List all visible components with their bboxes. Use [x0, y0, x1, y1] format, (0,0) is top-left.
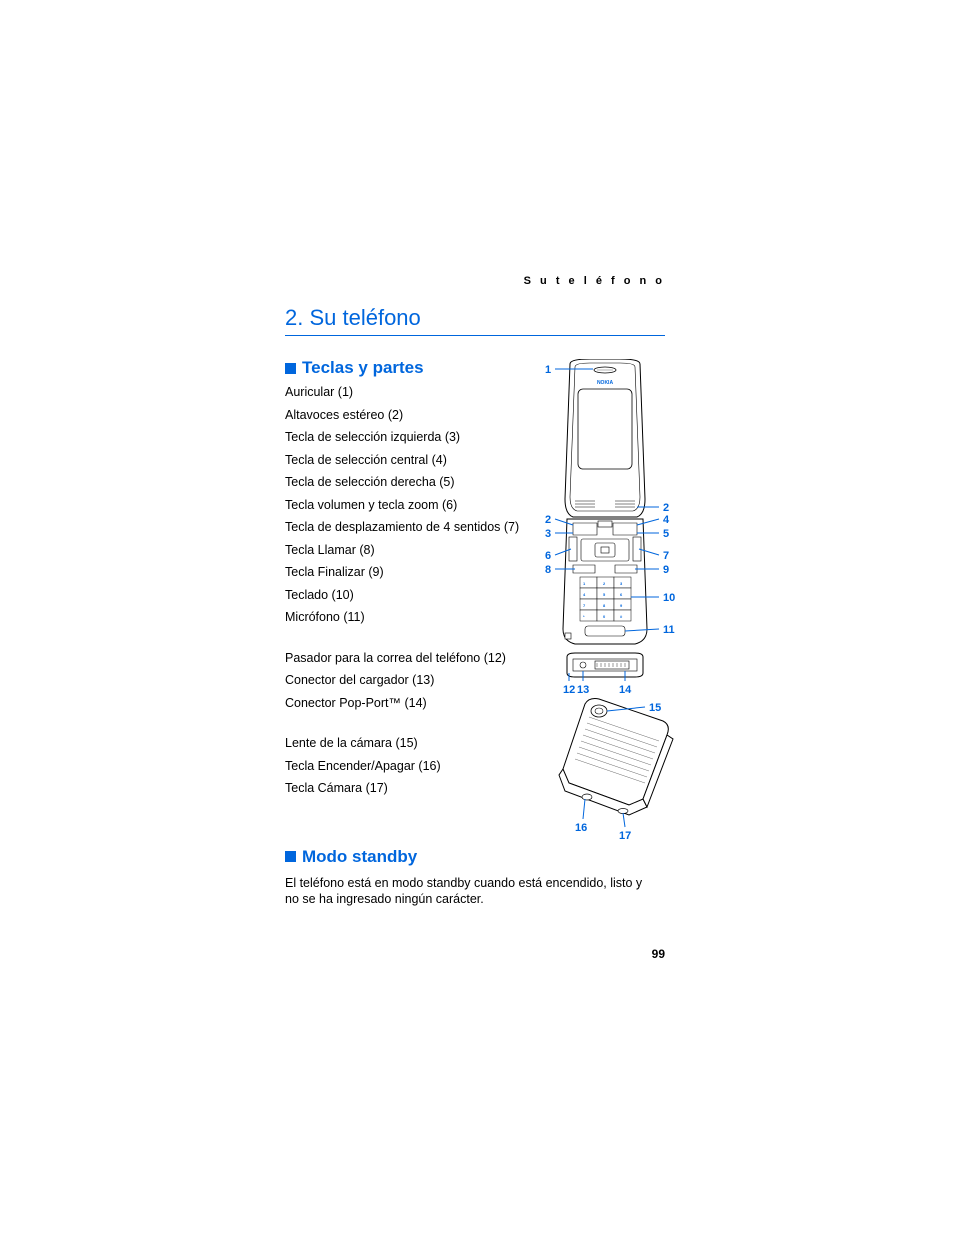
svg-text:2: 2 — [545, 514, 551, 526]
charger-port-icon — [580, 662, 586, 668]
svg-text:12: 12 — [563, 684, 575, 696]
svg-text:3: 3 — [545, 528, 551, 540]
square-bullet-icon — [285, 851, 296, 862]
document-page: S u t e l é f o n o 2. Su teléfono Tecla… — [285, 275, 665, 908]
phone-lower-body: 123 456 789 *0# — [563, 519, 647, 644]
running-header: S u t e l é f o n o — [285, 275, 665, 287]
svg-text:5: 5 — [663, 528, 669, 540]
section-title: Teclas y partes — [302, 358, 424, 378]
svg-text:16: 16 — [575, 822, 587, 834]
brand-label: NOKIA — [597, 380, 614, 386]
svg-text:1: 1 — [545, 364, 551, 376]
standby-body-text: El teléfono está en modo standby cuando … — [285, 875, 645, 909]
chapter-title: 2. Su teléfono — [285, 305, 665, 336]
keypad — [580, 577, 631, 621]
right-softkey — [613, 523, 637, 535]
phone-upper-body: NOKIA — [565, 359, 645, 517]
svg-text:10: 10 — [663, 592, 675, 604]
svg-text:11: 11 — [663, 624, 675, 636]
svg-text:4: 4 — [663, 514, 670, 526]
page-number: 99 — [652, 947, 665, 961]
svg-text:7: 7 — [663, 550, 669, 562]
phone-diagram: NOKIA — [525, 359, 675, 854]
phone-back-view — [559, 699, 673, 815]
section-title: Modo standby — [302, 847, 417, 867]
svg-text:13: 13 — [577, 684, 589, 696]
svg-text:9: 9 — [663, 564, 669, 576]
svg-text:2: 2 — [663, 502, 669, 514]
svg-text:15: 15 — [649, 702, 661, 714]
camera-key-icon — [618, 809, 628, 814]
svg-text:17: 17 — [619, 830, 631, 842]
phone-diagram-svg: NOKIA — [525, 359, 685, 849]
square-bullet-icon — [285, 363, 296, 374]
phone-bottom-view — [567, 653, 643, 677]
end-key — [615, 565, 637, 573]
svg-text:6: 6 — [545, 550, 551, 562]
svg-text:14: 14 — [619, 684, 632, 696]
phone-screen — [578, 389, 632, 469]
svg-text:8: 8 — [545, 564, 551, 576]
center-softkey — [598, 521, 612, 527]
power-button-icon — [582, 794, 592, 800]
call-key — [573, 565, 595, 573]
left-softkey — [573, 523, 597, 535]
pop-port-icon — [595, 661, 629, 669]
